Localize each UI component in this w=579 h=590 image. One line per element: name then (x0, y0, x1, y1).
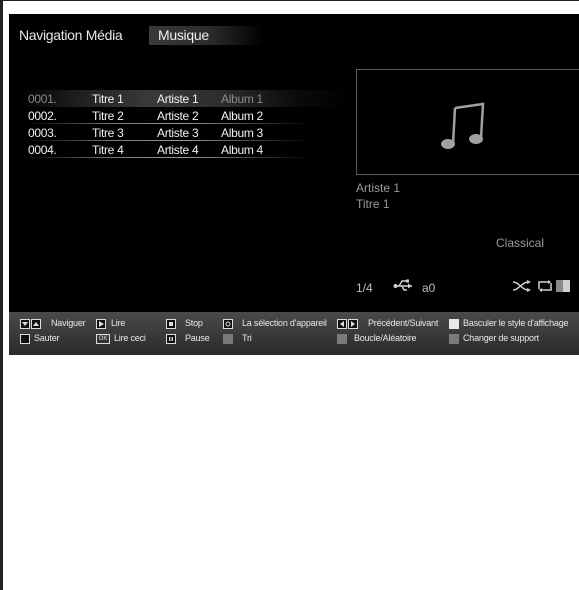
track-album: Album 1 (221, 92, 263, 106)
color-key-icon (337, 334, 347, 344)
repeat-icon (538, 280, 552, 292)
usb-icon (393, 279, 412, 291)
legend-prev-next: Précédent/Suivant (368, 318, 439, 328)
device-name: a0 (422, 281, 436, 295)
track-number: 0001. (28, 92, 57, 106)
track-title: Titre 1 (92, 92, 124, 106)
color-key-icon (223, 334, 233, 344)
display-mode-icon (556, 280, 570, 292)
color-key-icon (449, 319, 459, 329)
track-artist: Artiste 3 (157, 126, 199, 140)
right-arrow-key-icon (348, 319, 358, 329)
track-number: 0004. (28, 143, 57, 157)
left-arrow-key-icon (337, 319, 347, 329)
legend-play-this: Lire ceci (114, 333, 146, 343)
legend-pause: Pause (185, 333, 210, 343)
track-album: Album 3 (221, 126, 263, 140)
legend-sort: Tri (242, 333, 252, 343)
down-arrow-key-icon (20, 319, 30, 329)
track-row-3[interactable]: 0003. Titre 3 Artiste 3 Album 3 (19, 124, 349, 141)
now-playing-artist: Artiste 1 (356, 181, 401, 195)
track-artist: Artiste 2 (157, 109, 199, 123)
up-arrow-key-icon (31, 319, 41, 329)
row-separator (27, 157, 309, 158)
page-title: Navigation Média (19, 27, 123, 43)
track-row-2[interactable]: 0002. Titre 2 Artiste 2 Album 2 (19, 107, 349, 124)
legend-loop-shuffle: Boucle/Aléatoire (354, 333, 417, 343)
track-title: Titre 2 (92, 109, 124, 123)
legend-change-source: Changer de support (463, 333, 539, 343)
track-album: Album 2 (221, 109, 263, 123)
track-artist: Artiste 4 (157, 143, 199, 157)
now-playing-title: Titre 1 (356, 197, 390, 211)
legend-play: Lire (111, 318, 126, 328)
color-key-icon (449, 334, 459, 344)
track-title: Titre 3 (92, 126, 124, 140)
stop-key-icon (166, 319, 176, 329)
legend-stop: Stop (185, 318, 203, 328)
shuffle-icon (512, 280, 531, 292)
source-key-icon (223, 319, 233, 329)
track-artist: Artiste 1 (157, 92, 199, 106)
key-legend-bar: Naviguer Sauter Lire OK Lire ceci Stop P… (9, 312, 579, 355)
pause-key-icon (166, 334, 176, 344)
track-row-4[interactable]: 0004. Titre 4 Artiste 4 Album 4 (19, 141, 349, 158)
track-row-1[interactable]: 0001. Titre 1 Artiste 1 Album 1 (19, 90, 349, 107)
track-list: 0001. Titre 1 Artiste 1 Album 1 0002. Ti… (19, 90, 349, 158)
tab-music[interactable]: Musique (149, 26, 263, 45)
music-note-icon (441, 102, 485, 149)
legend-device-select: La sélection d'appareil (242, 318, 327, 328)
ok-key-icon: OK (96, 334, 110, 344)
play-key-icon (96, 319, 106, 329)
track-album: Album 4 (221, 143, 263, 157)
page-indicator: 1/4 (356, 281, 373, 295)
legend-navigate: Naviguer (51, 318, 86, 328)
track-title: Titre 4 (92, 143, 124, 157)
dots-key-icon (20, 334, 30, 344)
legend-toggle-style: Basculer le style d'affichage (463, 318, 569, 328)
track-number: 0003. (28, 126, 57, 140)
media-browser-screen: Navigation Média Musique 0001. Titre 1 A… (9, 14, 579, 355)
track-number: 0002. (28, 109, 57, 123)
album-art-placeholder (356, 69, 579, 175)
now-playing-genre: Classical (496, 236, 545, 250)
legend-skip: Sauter (34, 333, 60, 343)
